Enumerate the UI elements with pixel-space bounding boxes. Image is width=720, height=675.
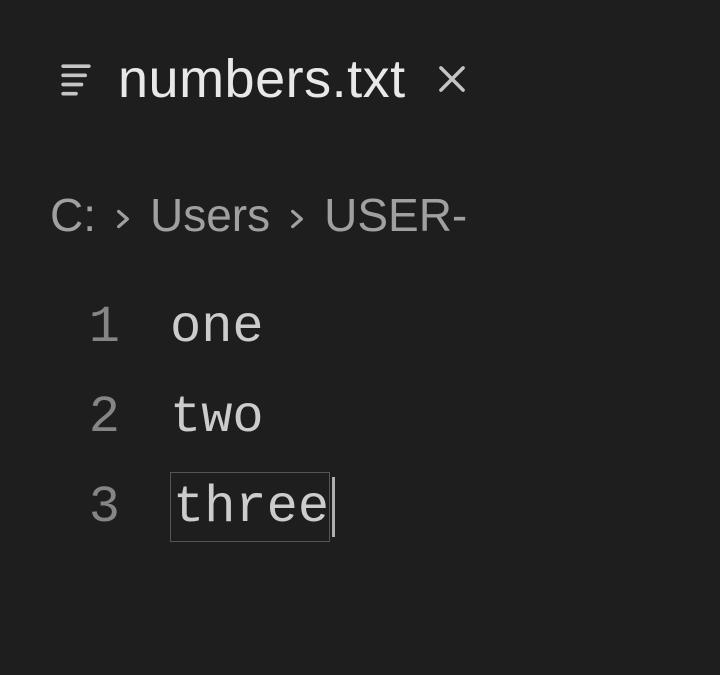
close-tab-button[interactable]: [432, 59, 472, 99]
breadcrumb: C: Users USER-: [40, 188, 720, 242]
file-tab[interactable]: numbers.txt: [40, 40, 486, 118]
chevron-right-icon: [110, 188, 136, 242]
line-number: 3: [40, 478, 170, 537]
editor-line[interactable]: 2 two: [40, 372, 720, 462]
tab-label: numbers.txt: [118, 48, 406, 110]
line-number: 2: [40, 388, 170, 447]
editor-panel: numbers.txt C: Users USER- 1 one: [0, 0, 720, 552]
code-editor[interactable]: 1 one 2 two 3 three: [40, 282, 720, 552]
line-text[interactable]: two: [170, 382, 264, 452]
editor-line[interactable]: 3 three: [40, 462, 720, 552]
breadcrumb-item[interactable]: USER-: [324, 188, 467, 242]
text-file-icon: [54, 57, 98, 101]
breadcrumb-item[interactable]: C:: [50, 188, 96, 242]
line-text[interactable]: three: [170, 472, 330, 542]
line-number: 1: [40, 298, 170, 357]
chevron-right-icon: [284, 188, 310, 242]
breadcrumb-item[interactable]: Users: [150, 188, 270, 242]
text-cursor: [332, 477, 335, 537]
line-text[interactable]: one: [170, 292, 264, 362]
editor-line[interactable]: 1 one: [40, 282, 720, 372]
